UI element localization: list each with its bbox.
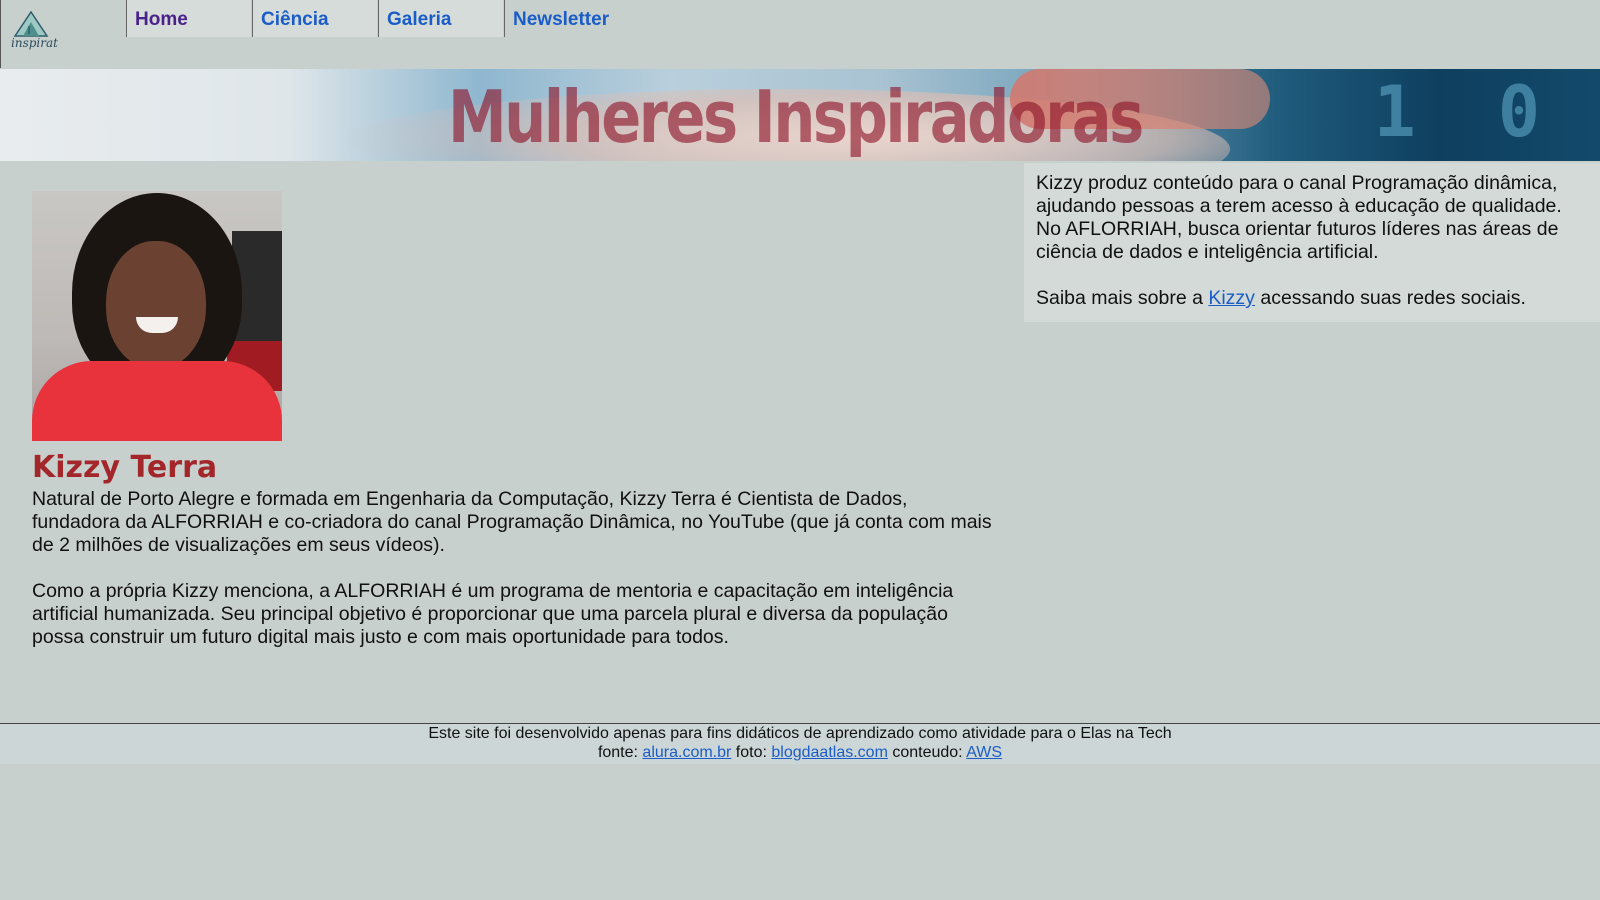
nav-home[interactable]: Home	[126, 0, 251, 37]
banner-title: Mulheres Inspiradoras	[448, 75, 1144, 159]
sidebar-more-prefix: Saiba mais sobre a	[1036, 287, 1209, 309]
footer-credits: fonte: alura.com.br foto: blogdaatlas.co…	[0, 743, 1600, 762]
profile-paragraph-2: Como a própria Kizzy menciona, a ALFORRI…	[32, 580, 954, 648]
footer: Este site foi desenvolvido apenas para f…	[0, 723, 1600, 764]
sidebar-info: Kizzy produz conteúdo para o canal Progr…	[1024, 163, 1600, 322]
footer-foto-link[interactable]: blogdaatlas.com	[771, 744, 888, 761]
kizzy-link[interactable]: Kizzy	[1208, 287, 1255, 309]
top-navigation: inspirat Home Ciência Galeria Newsletter	[0, 0, 1600, 69]
nav-ciencia[interactable]: Ciência	[252, 0, 377, 37]
footer-conteudo-label: conteudo:	[887, 744, 967, 761]
mountain-logo-icon	[13, 10, 49, 37]
photo-shirt	[32, 361, 282, 441]
profile-paragraph-1: Natural de Porto Alegre e formada em Eng…	[32, 488, 992, 556]
sidebar-text: Kizzy produz conteúdo para o canal Progr…	[1036, 172, 1562, 263]
footer-fonte-label: fonte:	[597, 744, 643, 761]
profile-photo	[32, 191, 282, 441]
site-logo[interactable]: inspirat	[0, 0, 126, 68]
sidebar-more: Saiba mais sobre a Kizzy acessando suas …	[1036, 287, 1588, 310]
nav-newsletter[interactable]: Newsletter	[504, 0, 629, 37]
footer-disclaimer: Este site foi desenvolvido apenas para f…	[428, 725, 1172, 742]
profile-name: Kizzy Terra	[32, 450, 218, 485]
nav-galeria[interactable]: Galeria	[378, 0, 503, 37]
banner-binary-digits: 1 0	[1373, 71, 1560, 153]
photo-face	[106, 241, 206, 369]
hero-banner: 1 0 Mulheres Inspiradoras	[0, 69, 1600, 161]
sidebar-more-suffix: acessando suas redes sociais.	[1254, 287, 1526, 309]
logo-text: inspirat	[11, 36, 58, 50]
footer-foto-label: foto:	[731, 744, 772, 761]
footer-fonte-link[interactable]: alura.com.br	[642, 744, 731, 761]
footer-conteudo-link[interactable]: AWS	[966, 744, 1002, 761]
